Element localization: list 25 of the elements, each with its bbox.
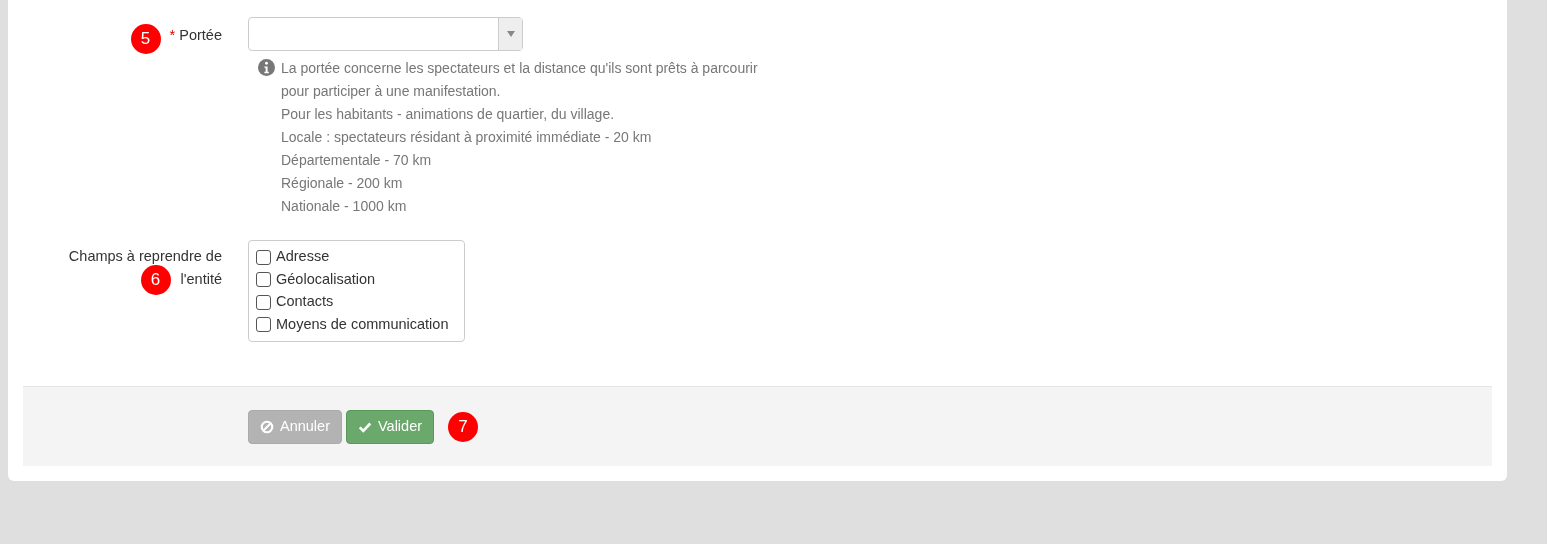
checkbox-label: Contacts — [276, 292, 334, 312]
step-badge: 7 — [448, 411, 479, 442]
help-text: Nationale - 1000 km — [281, 197, 408, 216]
checkbox-label: Adresse — [276, 247, 330, 267]
dropdown-caret-icon — [506, 31, 515, 37]
help-text: Pour les habitants - animations de quartier, du village. — [281, 105, 616, 124]
step-badge: 5 — [130, 24, 161, 54]
checkbox[interactable] — [256, 294, 271, 310]
step-badge: 6 — [140, 264, 171, 295]
submit-button[interactable]: Valider — [346, 409, 435, 444]
checkbox-label: Moyens de communication — [276, 314, 449, 334]
checkbox-label: Géolocalisation — [276, 269, 376, 289]
checkbox[interactable] — [256, 249, 271, 265]
select-field[interactable] — [248, 17, 523, 51]
ban-icon — [260, 419, 274, 434]
field-label: l'entité — [180, 270, 222, 289]
checkbox[interactable] — [256, 317, 271, 333]
info-icon — [258, 59, 275, 76]
help-text: Régionale - 200 km — [281, 174, 404, 193]
help-text: Départementale - 70 km — [281, 151, 433, 170]
help-text: Locale : spectateurs résidant à proximité immédiate - 20 km — [281, 128, 653, 147]
help-text: La portée concerne les spectateurs et la distance qu'ils sont prêts à parcourir pour participer à une manifestation. — [281, 59, 759, 101]
field-label: * Portée — [169, 26, 222, 44]
checkbox[interactable] — [256, 272, 271, 288]
field-label: Champs à reprendre de — [68, 247, 222, 266]
